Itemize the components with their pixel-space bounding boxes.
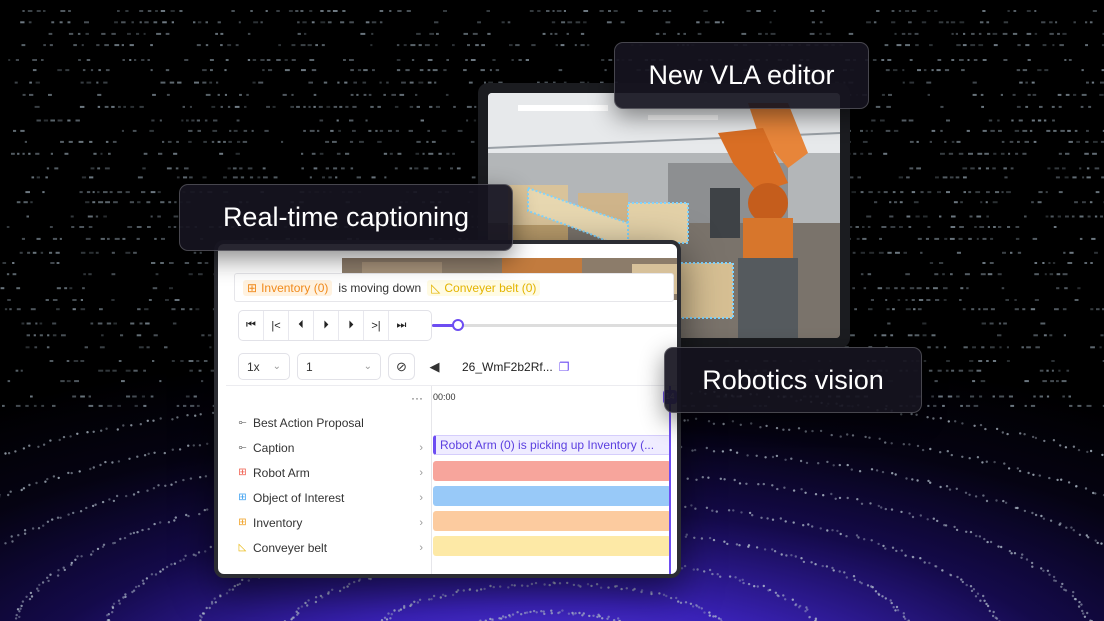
track-row[interactable]: ⟜ Caption › — [226, 435, 431, 460]
track-name: Object of Interest — [253, 490, 345, 505]
playhead[interactable] — [669, 386, 671, 574]
timeline-lanes[interactable]: 00:00 Robot Arm (0) is picking up Invent… — [433, 386, 677, 574]
compass-button[interactable]: ⊘ — [388, 353, 415, 380]
file-name-chip[interactable]: 26_WmF2b2Rf... ❐ — [462, 360, 569, 374]
inventory-tag[interactable]: ⊞ Inventory (0) — [243, 279, 333, 296]
conveyer-belt-tag[interactable]: ◺ Conveyer belt (0) — [427, 279, 541, 296]
track-row[interactable]: ⊞ Robot Arm › — [226, 460, 431, 485]
chevron-right-icon[interactable]: › — [419, 467, 423, 479]
chevron-right-icon[interactable]: › — [419, 517, 423, 529]
live-caption-bar: ⊞ Inventory (0) is moving down ◺ Conveye… — [234, 273, 674, 302]
track-row[interactable]: ⟜ Best Action Proposal — [226, 410, 431, 435]
slider-knob[interactable] — [452, 319, 464, 331]
track-list-header: ··· — [226, 386, 431, 410]
track-name: Inventory — [253, 515, 303, 530]
copy-icon[interactable]: ❐ — [559, 360, 570, 374]
polyline-icon: ◺ — [431, 280, 441, 295]
compass-icon: ⊘ — [396, 358, 407, 374]
box-icon: ⊞ — [238, 517, 247, 528]
speaker-icon: ◀ — [429, 358, 440, 374]
speed-select[interactable]: 1x ⌄ — [238, 353, 290, 380]
step-back-icon: ⏴ — [298, 319, 304, 331]
track-row[interactable]: ⊞ Inventory › — [226, 510, 431, 535]
box-icon: ⊞ — [238, 467, 247, 478]
polyline-icon: ◺ — [238, 542, 247, 553]
caption-lane-text: Robot Arm (0) is picking up Inventory (.… — [440, 438, 655, 452]
annotation-lane[interactable] — [433, 511, 671, 531]
next-keyframe-icon: >| — [371, 319, 381, 332]
chevron-down-icon: ⌄ — [363, 361, 372, 372]
skip-to-end-button[interactable]: ⏭ — [389, 311, 414, 340]
timeline: ··· ⟜ Best Action Proposal ⟜ Caption › ⊞ Robot… — [226, 385, 677, 574]
track-row[interactable]: ⊞ Object of Interest › — [226, 485, 431, 510]
previous-keyframe-button[interactable]: |< — [264, 311, 289, 340]
track-name: Caption — [253, 440, 295, 455]
skip-end-icon: ⏭ — [396, 319, 407, 331]
track-name: Conveyer belt — [253, 540, 328, 555]
label-robotics-vision: Robotics vision — [664, 347, 922, 413]
skip-to-start-button[interactable]: ⏮ — [239, 311, 264, 340]
play-icon: ⏵ — [323, 319, 329, 331]
play-button[interactable]: ⏵ — [314, 311, 339, 340]
label-new-vla-editor: New VLA editor — [614, 42, 869, 109]
caption-middle-text: is moving down — [338, 280, 422, 295]
speed-value: 1x — [247, 359, 260, 374]
frame-value: 1 — [306, 359, 313, 374]
branch-icon: ⟜ — [238, 417, 247, 428]
frame-select[interactable]: 1 ⌄ — [297, 353, 381, 380]
prev-keyframe-icon: |< — [271, 319, 281, 332]
step-forward-button[interactable]: ⏵ — [339, 311, 364, 340]
annotation-lane[interactable] — [433, 461, 671, 481]
chevron-right-icon[interactable]: › — [419, 492, 423, 504]
step-back-button[interactable]: ⏴ — [289, 311, 314, 340]
box-icon: ⊞ — [247, 280, 258, 295]
label-real-time-captioning: Real-time captioning — [179, 184, 513, 251]
time-start-label: 00:00 — [433, 392, 456, 402]
track-name: Best Action Proposal — [253, 415, 364, 430]
box-icon: ⊞ — [238, 492, 247, 503]
track-name: Robot Arm — [253, 465, 310, 480]
track-list: ··· ⟜ Best Action Proposal ⟜ Caption › ⊞ Robot… — [226, 386, 432, 574]
track-row[interactable]: ◺ Conveyer belt › — [226, 535, 431, 560]
chevron-down-icon: ⌄ — [272, 361, 281, 372]
more-options-icon[interactable]: ··· — [411, 391, 423, 405]
playback-controls: ⏮ |< ⏴ ⏵ ⏵ >| ⏭ — [238, 310, 432, 341]
step-forward-icon: ⏵ — [348, 319, 354, 331]
playback-slider[interactable] — [432, 319, 677, 331]
caption-lane[interactable]: Robot Arm (0) is picking up Inventory (.… — [433, 435, 671, 455]
chevron-right-icon[interactable]: › — [419, 542, 423, 554]
branch-icon: ⟜ — [238, 442, 247, 453]
volume-button[interactable]: ◀ — [421, 353, 448, 380]
vla-editor-panel: ⊞ Inventory (0) is moving down ◺ Conveye… — [214, 240, 681, 578]
next-keyframe-button[interactable]: >| — [364, 311, 389, 340]
annotation-lane[interactable] — [433, 486, 671, 506]
file-name: 26_WmF2b2Rf... — [462, 360, 553, 374]
skip-start-icon: ⏮ — [246, 319, 256, 331]
chevron-right-icon[interactable]: › — [419, 442, 423, 454]
annotation-lane[interactable] — [433, 536, 671, 556]
